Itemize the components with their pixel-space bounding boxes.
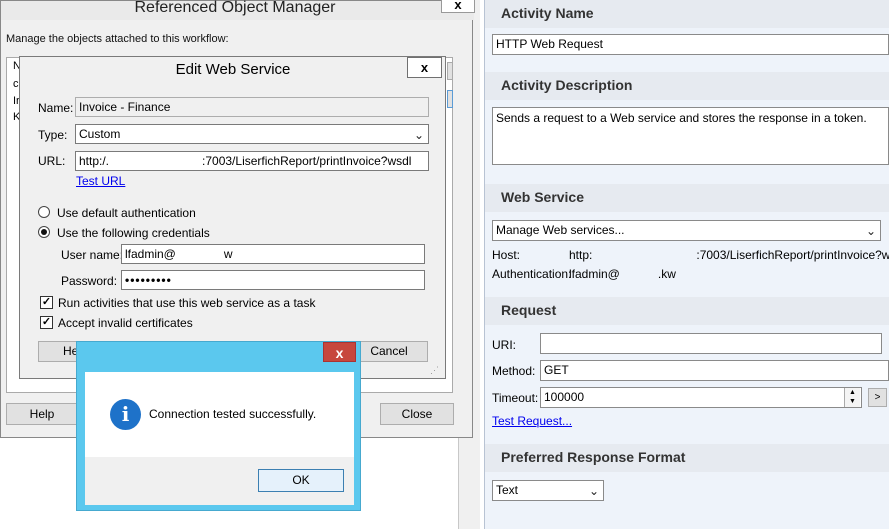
web-service-select[interactable]: Manage Web services... ⌄ bbox=[492, 220, 881, 241]
username-field[interactable]: lfadmin@ w bbox=[121, 244, 425, 264]
rom-close-text-button[interactable]: Close bbox=[380, 403, 454, 425]
chevron-down-icon: ⌄ bbox=[588, 484, 599, 498]
list-side-button[interactable] bbox=[447, 62, 453, 80]
type-select-value: Custom bbox=[79, 127, 121, 141]
default-auth-label: Use default authentication bbox=[57, 206, 196, 220]
name-label: Name: bbox=[38, 101, 74, 115]
authentication-prefix: lfadmin@ bbox=[569, 267, 620, 281]
url-suffix: :7003/LiserfichReport/printInvoice?wsdl bbox=[202, 154, 412, 168]
info-icon: i bbox=[110, 399, 141, 430]
list-side-button[interactable] bbox=[447, 90, 453, 108]
test-request-link[interactable]: Test Request... bbox=[492, 414, 572, 428]
run-as-task-label: Run activities that use this web service… bbox=[58, 296, 316, 310]
activity-description-header[interactable]: Activity Description bbox=[485, 72, 889, 100]
url-field[interactable]: http:/. :7003/LiserfichReport/printInvoic… bbox=[75, 151, 429, 171]
response-format-value: Text bbox=[496, 483, 519, 497]
username-label: User name: bbox=[61, 248, 124, 262]
username-suffix: w bbox=[223, 247, 233, 261]
method-field[interactable]: GET bbox=[540, 360, 889, 381]
uri-field[interactable] bbox=[540, 333, 882, 354]
host-prefix: http: bbox=[569, 248, 593, 262]
username-prefix: lfadmin@ bbox=[125, 247, 176, 261]
timeout-spinner[interactable]: ▲ ▼ bbox=[844, 388, 860, 407]
url-prefix: http:/. bbox=[79, 154, 110, 168]
host-label: Host: bbox=[492, 248, 521, 262]
list-item[interactable]: c bbox=[13, 78, 19, 90]
resize-grip-icon[interactable]: ⋰ bbox=[430, 365, 442, 377]
authentication-value: lfadmin@ .kw bbox=[569, 267, 676, 281]
activity-name-header[interactable]: Activity Name bbox=[485, 0, 889, 28]
authentication-label: Authentication: bbox=[492, 267, 572, 281]
host-value: http: :7003/LiserfichReport/printInvoice?… bbox=[569, 248, 889, 262]
timeout-label: Timeout: bbox=[492, 391, 539, 405]
uri-label: URI: bbox=[492, 338, 516, 352]
activity-name-field[interactable]: HTTP Web Request bbox=[492, 34, 889, 55]
default-auth-radio[interactable] bbox=[38, 206, 50, 218]
type-select[interactable]: Custom ⌄ bbox=[75, 124, 429, 144]
message-text: Connection tested successfully. bbox=[149, 407, 317, 421]
credentials-auth-label: Use the following credentials bbox=[57, 226, 210, 240]
ews-close-button[interactable]: x bbox=[407, 57, 442, 78]
authentication-suffix: .kw bbox=[657, 267, 676, 281]
activity-description-field[interactable]: Sends a request to a Web service and sto… bbox=[492, 107, 889, 165]
rom-title: Referenced Object Manager bbox=[134, 0, 336, 16]
credentials-auth-radio[interactable] bbox=[38, 226, 50, 238]
method-label: Method: bbox=[492, 364, 536, 378]
ews-title: Edit Web Service bbox=[175, 61, 291, 78]
message-box: x i Connection tested successfully. OK bbox=[76, 341, 361, 511]
response-format-select[interactable]: Text ⌄ bbox=[492, 480, 604, 501]
timeout-field[interactable]: 100000 ▲ ▼ bbox=[540, 387, 862, 408]
timeout-value: 100000 bbox=[544, 390, 585, 404]
host-suffix: :7003/LiserfichReport/printInvoice?wsdl bbox=[696, 248, 889, 262]
request-header[interactable]: Request bbox=[485, 297, 889, 325]
timeout-expand-button[interactable]: > bbox=[868, 388, 887, 407]
web-service-select-value: Manage Web services... bbox=[496, 223, 625, 237]
name-field[interactable]: Invoice - Finance bbox=[75, 97, 429, 117]
message-ok-button[interactable]: OK bbox=[258, 469, 344, 492]
ews-cancel-button[interactable]: Cancel bbox=[350, 341, 428, 362]
test-url-link[interactable]: Test URL bbox=[76, 174, 125, 188]
type-label: Type: bbox=[38, 128, 68, 142]
accept-certs-checkbox[interactable]: ✓ bbox=[40, 316, 53, 329]
run-as-task-checkbox[interactable]: ✓ bbox=[40, 296, 53, 309]
message-body: i Connection tested successfully. OK bbox=[85, 372, 354, 505]
rom-help-button[interactable]: Help bbox=[6, 403, 78, 425]
password-label: Password: bbox=[61, 274, 118, 288]
web-service-header[interactable]: Web Service bbox=[485, 184, 889, 212]
url-label: URL: bbox=[38, 154, 66, 168]
message-content-area: i Connection tested successfully. bbox=[85, 372, 354, 457]
chevron-down-icon: ⌄ bbox=[413, 128, 424, 142]
accept-certs-label: Accept invalid certificates bbox=[58, 316, 193, 330]
response-format-header[interactable]: Preferred Response Format bbox=[485, 444, 889, 472]
chevron-down-icon: ⌄ bbox=[865, 224, 876, 238]
rom-description: Manage the objects attached to this work… bbox=[6, 33, 229, 45]
message-close-button[interactable]: x bbox=[323, 342, 356, 362]
edit-web-service-dialog: Edit Web Service x Name: Invoice - Finan… bbox=[19, 56, 446, 379]
password-field[interactable]: ••••••••• bbox=[121, 270, 425, 290]
rom-close-button[interactable]: x bbox=[441, 0, 475, 13]
